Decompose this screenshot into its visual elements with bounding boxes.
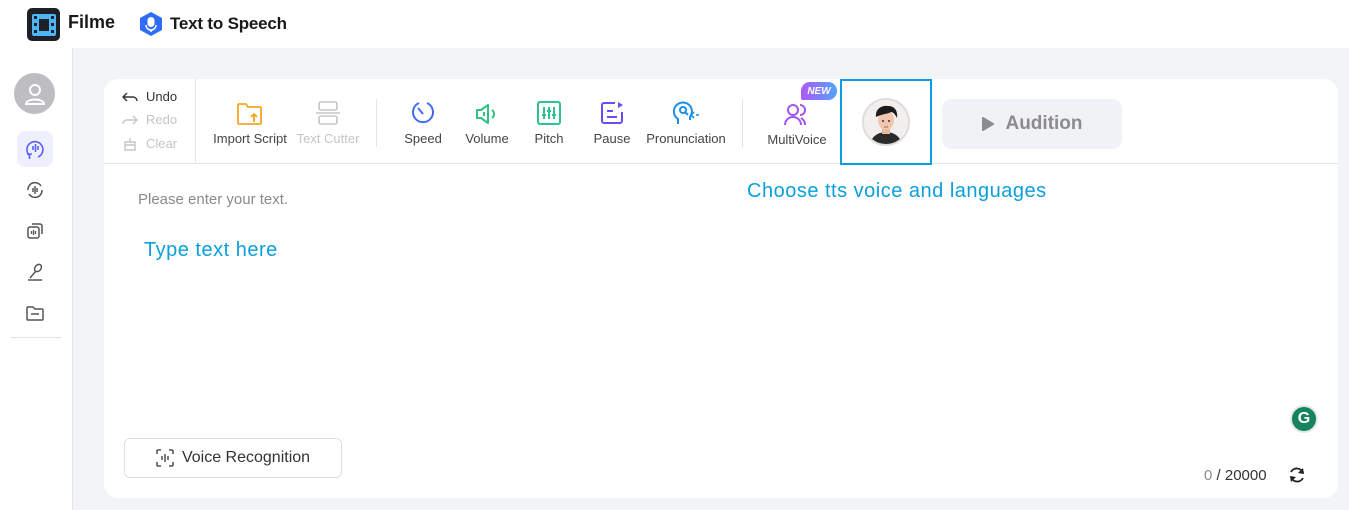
voice-selector[interactable] <box>840 79 932 165</box>
voice-recognition-label: Voice Recognition <box>181 449 311 466</box>
voice-character-avatar <box>862 98 910 146</box>
users-icon <box>784 104 807 126</box>
undo-label: Undo <box>146 89 178 104</box>
redo-label: Redo <box>146 112 178 127</box>
pause-text-icon <box>601 102 623 124</box>
equalizer-icon <box>537 101 561 125</box>
new-badge: NEW <box>801 82 837 100</box>
character-counter: 0 / 20000 <box>1204 467 1267 484</box>
multivoice-label: MultiVoice <box>767 132 827 147</box>
microphone-stand-icon <box>28 263 43 281</box>
annotation-choose-voice: Choose tts voice and languages <box>747 180 1047 202</box>
head-speak-icon <box>672 101 699 124</box>
folder-icon <box>26 306 44 321</box>
clear-label: Clear <box>146 136 178 151</box>
volume-button[interactable]: Volume <box>459 98 515 146</box>
sidebar-item-voice-library[interactable] <box>17 213 53 249</box>
pronunciation-label: Pronunciation <box>646 131 726 146</box>
pitch-button[interactable]: Pitch <box>528 98 570 146</box>
sidebar-divider <box>11 337 61 338</box>
sidebar <box>0 48 73 510</box>
voice-scan-icon <box>156 449 174 467</box>
section-title: Text to Speech <box>170 14 287 33</box>
audition-button[interactable]: Audition <box>942 99 1122 149</box>
redo-arrow-icon <box>122 115 138 124</box>
sidebar-item-text-to-speech[interactable] <box>17 131 53 167</box>
import-script-label: Import Script <box>213 131 287 146</box>
split-icon <box>316 101 340 125</box>
audition-label: Audition <box>1005 113 1083 134</box>
microphone-hexagon-icon <box>139 11 163 37</box>
pitch-label: Pitch <box>534 131 564 146</box>
speed-button[interactable]: Speed <box>398 98 448 146</box>
top-bar: Filme Text to Speech <box>0 0 1349 48</box>
voice-recognition-button[interactable]: Voice Recognition <box>124 438 342 478</box>
text-cutter-label: Text Cutter <box>296 131 360 146</box>
import-script-button[interactable]: Import Script <box>211 98 289 146</box>
pronunciation-button[interactable]: Pronunciation <box>643 98 729 146</box>
multivoice-button[interactable]: MultiVoice <box>764 99 830 147</box>
app-name: Filme <box>68 12 116 32</box>
text-cutter-button[interactable]: Text Cutter <box>294 98 362 146</box>
broom-icon <box>124 137 136 151</box>
user-avatar[interactable] <box>14 73 55 114</box>
grammarly-icon[interactable]: G <box>1290 405 1318 433</box>
text-input[interactable]: Please enter your text. <box>138 191 288 208</box>
refresh-icon[interactable] <box>1287 465 1307 485</box>
sidebar-item-files[interactable] <box>17 295 53 331</box>
annotation-type-text: Type text here <box>144 239 278 261</box>
pause-button[interactable]: Pause <box>590 98 634 146</box>
redo-button[interactable]: Redo <box>122 112 177 127</box>
toolbar: Undo Redo Clear Import Script Text Cutte… <box>104 79 1338 165</box>
undo-button[interactable]: Undo <box>122 89 177 104</box>
speech-wave-icon <box>26 140 44 159</box>
play-icon <box>982 117 995 131</box>
undo-arrow-icon <box>122 92 138 101</box>
audio-stack-icon <box>27 223 43 239</box>
speedometer-icon <box>412 102 434 124</box>
film-strip-icon <box>27 8 60 41</box>
folder-upload-icon <box>237 103 262 125</box>
sidebar-item-voice-changer[interactable] <box>17 172 53 208</box>
sidebar-item-recording[interactable] <box>17 254 53 290</box>
pause-label: Pause <box>593 131 631 146</box>
toolbar-divider <box>376 99 377 147</box>
audio-cycle-icon <box>27 181 43 199</box>
speaker-icon <box>476 104 495 124</box>
user-icon <box>24 83 45 105</box>
clear-button[interactable]: Clear <box>122 136 177 151</box>
toolbar-divider <box>742 99 743 147</box>
toolbar-divider <box>195 79 196 164</box>
volume-label: Volume <box>465 131 509 146</box>
char-limit: 20000 <box>1224 467 1267 484</box>
editor-card: Undo Redo Clear Import Script Text Cutte… <box>104 79 1338 498</box>
char-separator: / <box>1212 467 1225 484</box>
speed-label: Speed <box>404 131 442 146</box>
